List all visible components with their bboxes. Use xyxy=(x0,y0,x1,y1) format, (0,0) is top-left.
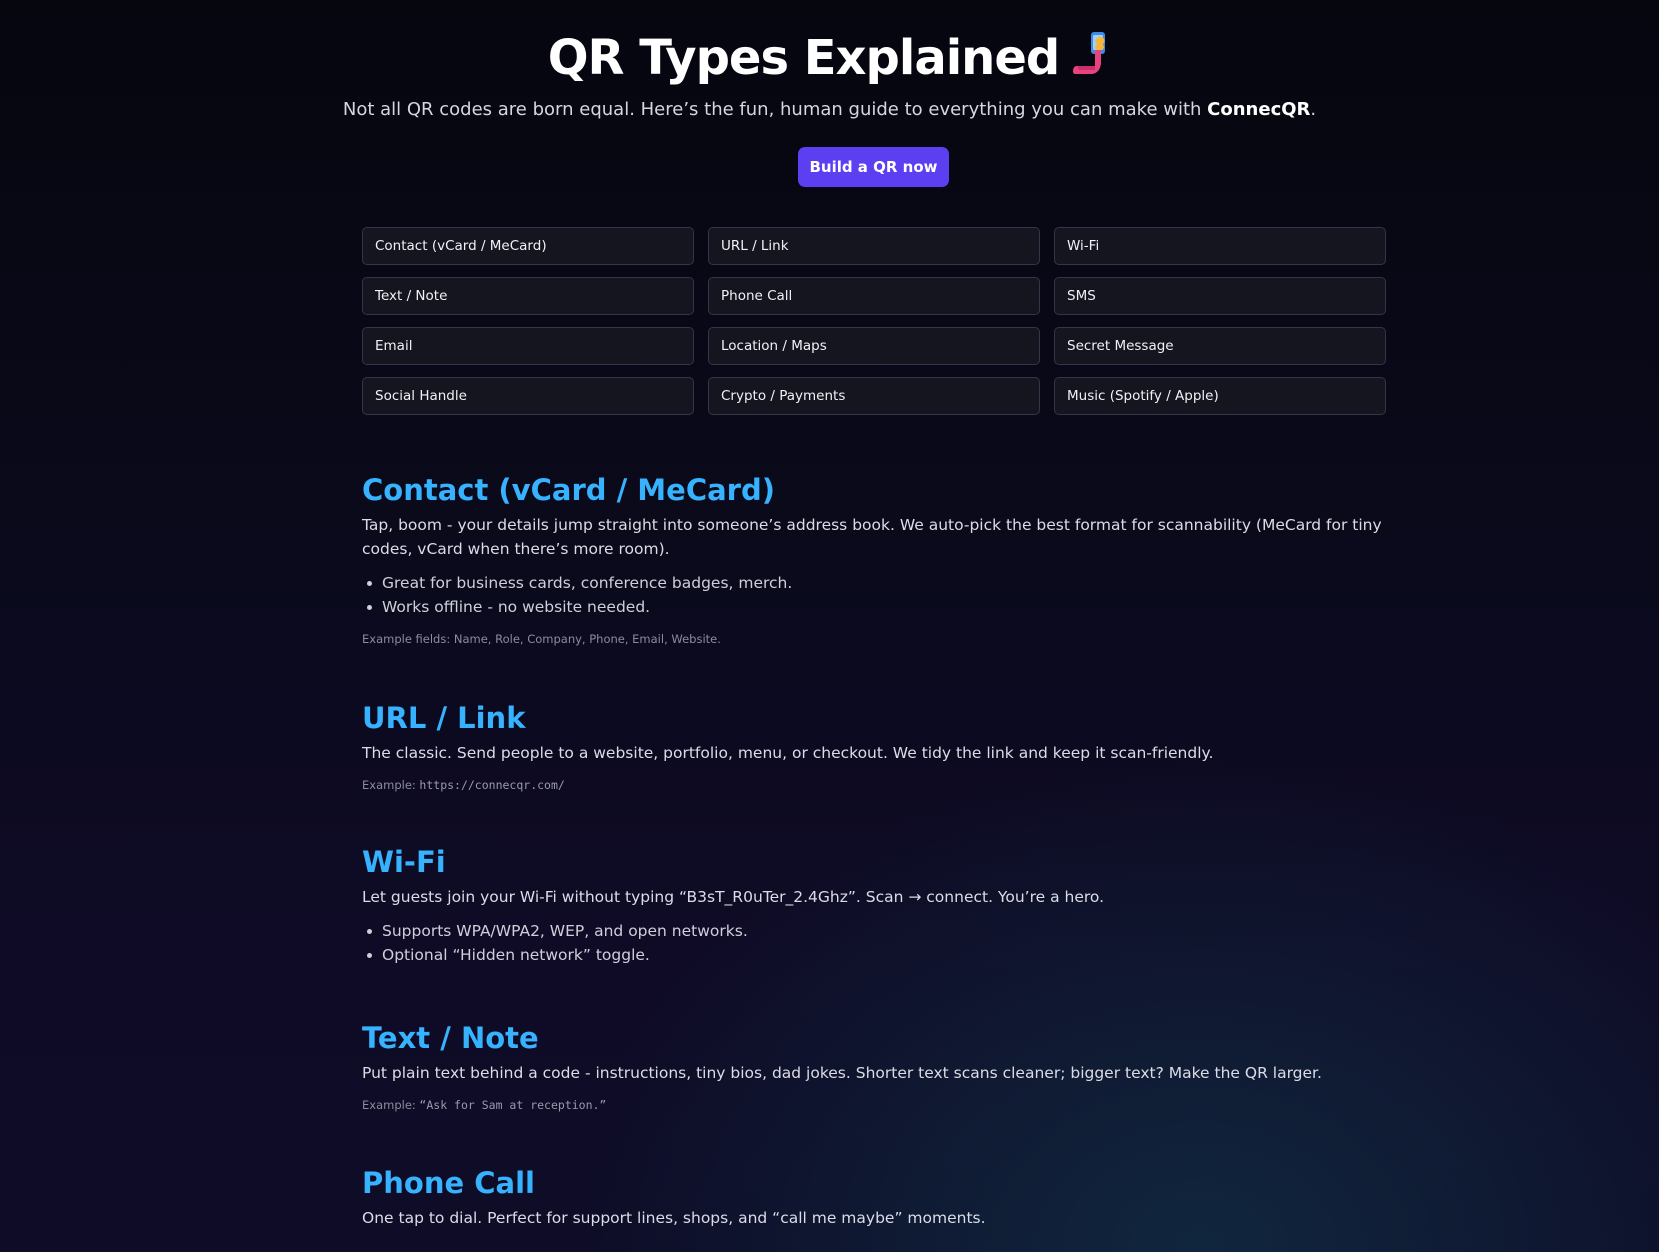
type-chip-location[interactable]: Location / Maps xyxy=(708,327,1040,365)
page-subtitle: Not all QR codes are born equal. Here’s … xyxy=(0,96,1659,124)
section-description: One tap to dial. Perfect for support lin… xyxy=(362,1209,986,1227)
section-description: Put plain text behind a code - instructi… xyxy=(362,1064,1322,1082)
section-description: Let guests join your Wi-Fi without typin… xyxy=(362,888,1105,906)
example-code: https://connecqr.com/ xyxy=(419,778,565,792)
example-note: Example: https://connecqr.com/ xyxy=(362,777,1392,793)
feature-list: Great for business cards, conference bad… xyxy=(362,571,1392,619)
type-chip-phone[interactable]: Phone Call xyxy=(708,277,1040,315)
page: QR Types Explained Not all QR codes are … xyxy=(0,0,1659,1252)
type-chip-crypto[interactable]: Crypto / Payments xyxy=(708,377,1040,415)
section-title: URL / Link xyxy=(362,701,526,735)
page-title-text: QR Types Explained xyxy=(547,30,1060,86)
phone-in-hand-icon xyxy=(1073,32,1106,74)
example-note: Example: “Ask for Sam at reception.” xyxy=(362,1097,1392,1113)
subtitle-suffix: . xyxy=(1310,99,1317,120)
section-title: Contact (vCard / MeCard) xyxy=(362,473,775,507)
section-wifi: Wi-Fi Let guests join your Wi-Fi without… xyxy=(362,842,1392,967)
page-title: QR Types Explained xyxy=(0,28,1659,88)
feature-list: Supports WPA/WPA2, WEP, and open network… xyxy=(362,919,1392,967)
list-item: Optional “Hidden network” toggle. xyxy=(367,943,1392,967)
section-description: The classic. Send people to a website, p… xyxy=(362,744,1214,762)
example-note: Example fields: Name, Role, Company, Pho… xyxy=(362,632,721,646)
type-chip-wifi[interactable]: Wi-Fi xyxy=(1054,227,1386,265)
section-description: Tap, boom - your details jump straight i… xyxy=(362,516,1382,558)
section-url: URL / Link The classic. Send people to a… xyxy=(362,698,1392,793)
section-phone: Phone Call One tap to dial. Perfect for … xyxy=(362,1163,1392,1230)
qr-type-grid: Contact (vCard / MeCard) URL / Link Wi-F… xyxy=(362,227,1386,415)
list-item: Great for business cards, conference bad… xyxy=(367,571,1392,595)
example-label: Example: xyxy=(362,1098,420,1112)
type-chip-email[interactable]: Email xyxy=(362,327,694,365)
example-label: Example: xyxy=(362,778,420,792)
type-chip-contact[interactable]: Contact (vCard / MeCard) xyxy=(362,227,694,265)
list-item: Works offline - no website needed. xyxy=(367,595,1392,619)
type-chip-text[interactable]: Text / Note xyxy=(362,277,694,315)
type-chip-music[interactable]: Music (Spotify / Apple) xyxy=(1054,377,1386,415)
subtitle-text: Not all QR codes are born equal. Here’s … xyxy=(342,99,1208,120)
type-chip-sms[interactable]: SMS xyxy=(1054,277,1386,315)
build-qr-button[interactable]: Build a QR now xyxy=(798,147,949,187)
brand-name: ConnecQR xyxy=(1207,99,1311,120)
type-chip-url[interactable]: URL / Link xyxy=(708,227,1040,265)
section-contact: Contact (vCard / MeCard) Tap, boom - you… xyxy=(362,470,1392,647)
type-chip-social[interactable]: Social Handle xyxy=(362,377,694,415)
section-title: Wi-Fi xyxy=(362,845,446,879)
example-code: “Ask for Sam at reception.” xyxy=(419,1098,607,1112)
type-chip-secret-message[interactable]: Secret Message xyxy=(1054,327,1386,365)
section-title: Phone Call xyxy=(362,1166,535,1200)
section-title: Text / Note xyxy=(362,1021,539,1055)
list-item: Supports WPA/WPA2, WEP, and open network… xyxy=(367,919,1392,943)
section-text: Text / Note Put plain text behind a code… xyxy=(362,1018,1392,1113)
